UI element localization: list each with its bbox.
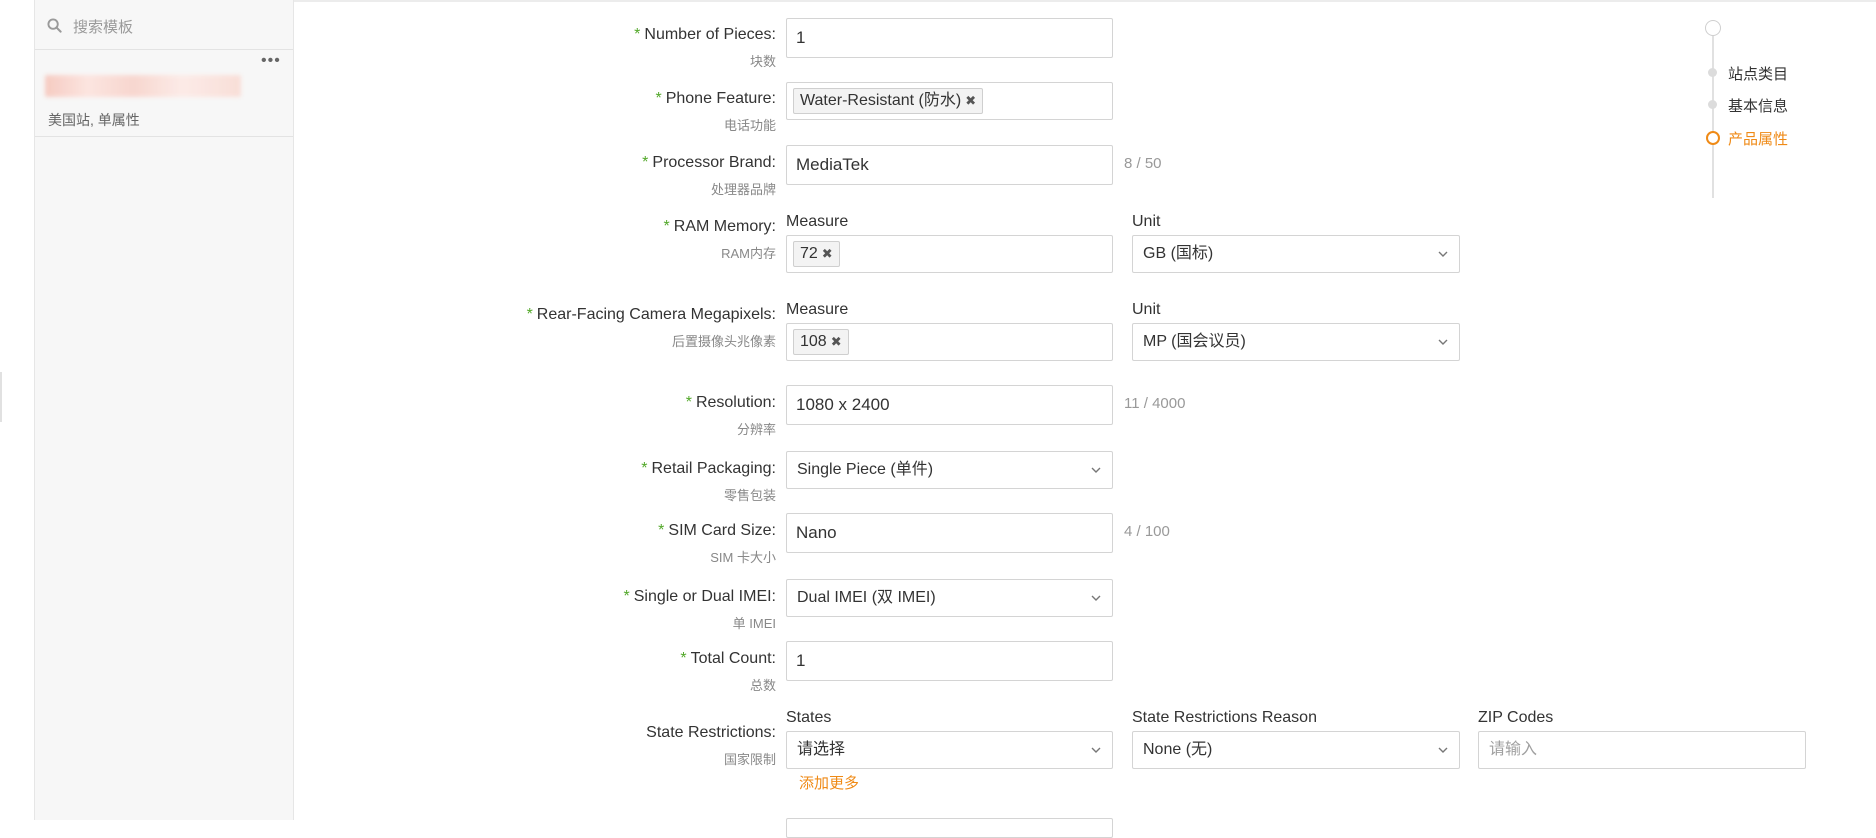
step-track (1712, 34, 1714, 198)
step-site-category[interactable]: 站点类目 (1690, 62, 1850, 84)
top-divider (294, 0, 1876, 2)
processor-brand-input[interactable]: MediaTek (786, 145, 1113, 185)
add-more-link[interactable]: 添加更多 (799, 772, 859, 793)
required-marker: * (663, 218, 670, 235)
field-sublabel: 单 IMEI (732, 616, 776, 631)
required-marker: * (658, 522, 665, 539)
camera-measure-multiselect[interactable]: 108 ✖ (786, 323, 1113, 361)
field-sublabel: RAM内存 (721, 246, 776, 261)
step-dot (1708, 100, 1717, 109)
more-options-icon[interactable]: ••• (261, 52, 281, 70)
field-sublabel: 处理器品牌 (710, 182, 776, 197)
chevron-down-icon (1438, 339, 1448, 345)
search-icon (47, 18, 62, 33)
chevron-down-icon (1091, 595, 1101, 601)
step-label: 基本信息 (1728, 98, 1789, 115)
step-label: 站点类目 (1728, 66, 1789, 83)
required-marker: * (685, 394, 692, 411)
zip-codes-input[interactable]: 请输入 (1478, 731, 1806, 769)
field-sublabel: 分辨率 (736, 422, 776, 437)
ram-measure-multiselect[interactable]: 72 ✖ (786, 235, 1113, 273)
template-list-item[interactable]: ••• 美国站, 单属性 (35, 51, 293, 137)
resolution-input[interactable]: 1080 x 2400 (786, 385, 1113, 425)
template-search-bar (35, 4, 293, 50)
total-count-input[interactable]: 1 (786, 641, 1113, 681)
measure-heading: Measure (786, 213, 849, 230)
selected-tag: 72 ✖ (793, 241, 840, 267)
required-marker: * (623, 588, 630, 605)
unit-heading: Unit (1132, 301, 1161, 318)
field-sublabel: 总数 (749, 678, 776, 693)
field-label: * SIM Card Size: (658, 522, 776, 539)
field-sublabel: 零售包装 (723, 488, 776, 503)
template-name-redacted (45, 75, 241, 97)
step-label: 产品属性 (1728, 131, 1789, 148)
template-sidebar: ••• 美国站, 单属性 (34, 0, 294, 820)
sim-card-size-input[interactable]: Nano (786, 513, 1113, 553)
required-marker: * (680, 650, 687, 667)
field-label: * Resolution: (685, 394, 776, 411)
field-sublabel: 电话功能 (723, 118, 776, 133)
chevron-down-icon (1438, 747, 1448, 753)
step-dot (1708, 68, 1717, 77)
remove-tag-icon[interactable]: ✖ (965, 93, 976, 108)
measure-heading: Measure (786, 301, 849, 318)
step-basic-info[interactable]: 基本信息 (1690, 94, 1850, 116)
step-navigation: 站点类目 基本信息 产品属性 (1690, 18, 1850, 198)
step-start-node (1705, 20, 1721, 36)
phone-feature-multiselect[interactable]: Water-Resistant (防水) ✖ (786, 82, 1113, 120)
field-sublabel: 国家限制 (723, 752, 776, 767)
next-field-input-partial[interactable] (786, 818, 1113, 838)
field-label: * RAM Memory: (663, 218, 776, 235)
step-product-attributes[interactable]: 产品属性 (1690, 127, 1850, 149)
char-counter: 8 / 50 (1124, 155, 1162, 172)
template-search-input[interactable] (71, 14, 281, 40)
selected-tag: 108 ✖ (793, 329, 849, 355)
reason-heading: State Restrictions Reason (1132, 709, 1317, 726)
chevron-down-icon (1438, 251, 1448, 257)
required-marker: * (641, 460, 648, 477)
field-sublabel: 块数 (749, 54, 776, 69)
imei-select[interactable]: Dual IMEI (双 IMEI) (786, 579, 1113, 617)
field-label: * Total Count: (680, 650, 776, 667)
required-marker: * (655, 90, 662, 107)
restriction-reason-select[interactable]: None (无) (1132, 731, 1460, 769)
chevron-down-icon (1091, 747, 1101, 753)
field-label: * Processor Brand: (642, 154, 776, 171)
number-of-pieces-input[interactable]: 1 (786, 18, 1113, 58)
char-counter: 4 / 100 (1124, 523, 1170, 540)
active-step-ring (1706, 131, 1720, 145)
chevron-down-icon (1091, 467, 1101, 473)
retail-packaging-select[interactable]: Single Piece (单件) (786, 451, 1113, 489)
unit-heading: Unit (1132, 213, 1161, 230)
selected-tag: Water-Resistant (防水) ✖ (793, 88, 984, 114)
field-label: * Number of Pieces: (634, 26, 776, 43)
required-marker: * (634, 26, 641, 43)
required-marker: * (642, 154, 649, 171)
remove-tag-icon[interactable]: ✖ (831, 334, 842, 349)
field-label: * Single or Dual IMEI: (623, 588, 776, 605)
field-sublabel: SIM 卡大小 (710, 550, 776, 565)
field-label: * Retail Packaging: (641, 460, 776, 477)
field-sublabel: 后置摄像头兆像素 (671, 334, 776, 349)
field-label: * Rear-Facing Camera Megapixels: (526, 306, 776, 323)
field-label: State Restrictions: (646, 724, 776, 741)
states-heading: States (786, 709, 832, 726)
remove-tag-icon[interactable]: ✖ (822, 246, 833, 261)
left-edge-divider (0, 372, 2, 422)
char-counter: 11 / 4000 (1124, 395, 1186, 412)
template-subtitle: 美国站, 单属性 (48, 112, 140, 128)
camera-unit-select[interactable]: MP (国会议员) (1132, 323, 1460, 361)
zip-heading: ZIP Codes (1478, 709, 1554, 726)
required-marker: * (526, 306, 533, 323)
ram-unit-select[interactable]: GB (国标) (1132, 235, 1460, 273)
states-select[interactable]: 请选择 (786, 731, 1113, 769)
field-label: * Phone Feature: (655, 90, 776, 107)
